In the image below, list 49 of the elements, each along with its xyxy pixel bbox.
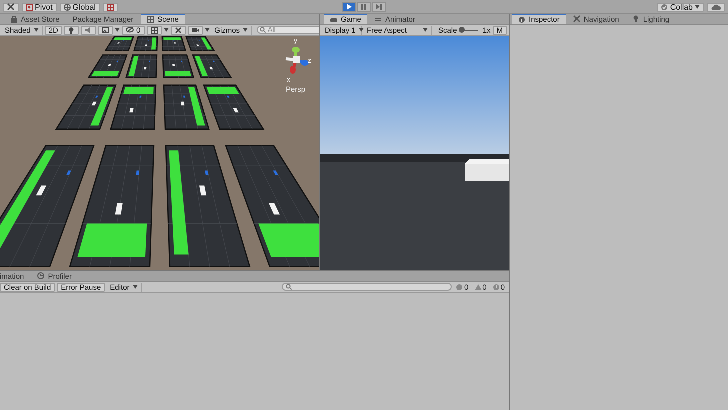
pause-icon: [360, 3, 368, 11]
cloud-icon: [711, 4, 721, 10]
info-icon: [518, 16, 526, 24]
gamepad-icon: [330, 16, 338, 24]
transform-tools-button[interactable]: [3, 2, 19, 12]
lightbulb-button[interactable]: [64, 26, 80, 34]
caret-icon: [695, 5, 700, 9]
speaker-button[interactable]: [81, 26, 96, 34]
picture-icon: [102, 26, 110, 34]
picture-button[interactable]: [98, 26, 114, 34]
lightbulb-icon: [68, 26, 76, 34]
global-button[interactable]: Global: [60, 2, 100, 12]
caret-icon: [358, 28, 364, 32]
crossed-tools-icon: [7, 3, 15, 11]
camera-icon: [192, 26, 199, 34]
pause-button[interactable]: [357, 2, 371, 12]
search-field[interactable]: [282, 283, 452, 291]
pivot-icon: [26, 4, 33, 10]
grid-snap-icon: [106, 4, 114, 10]
bulb-icon: [632, 15, 640, 23]
caret-icon: [115, 28, 120, 32]
play-icon: [345, 3, 353, 11]
caret-icon: [423, 28, 428, 32]
crossed-tools-icon: [174, 26, 182, 34]
eye-slash-icon: [126, 27, 134, 33]
crossed-tools-button[interactable]: [170, 26, 186, 34]
grid-button[interactable]: [146, 26, 162, 34]
play-button[interactable]: [342, 2, 356, 12]
collab-button[interactable]: Collab: [657, 2, 704, 12]
bag-icon: [10, 15, 18, 23]
cloud-button[interactable]: [707, 2, 725, 12]
caret-icon: [164, 28, 169, 32]
clock-icon: [37, 272, 46, 280]
snap-button[interactable]: [102, 2, 118, 12]
slider-thumb[interactable]: [459, 26, 466, 32]
caret-icon: [204, 28, 210, 32]
caret-icon: [132, 285, 138, 289]
caret-icon: [34, 28, 39, 32]
step-button[interactable]: [372, 2, 386, 12]
step-icon: [375, 3, 383, 11]
grid-icon: [146, 16, 155, 24]
camera-button[interactable]: [188, 26, 203, 34]
globe-icon: [64, 4, 71, 10]
pivot-button[interactable]: Pivot: [22, 2, 57, 12]
search-icon: [286, 284, 292, 290]
caret-icon: [243, 28, 248, 32]
grid-icon: [150, 26, 158, 34]
search-icon: [260, 27, 266, 33]
check-icon: [661, 4, 668, 10]
